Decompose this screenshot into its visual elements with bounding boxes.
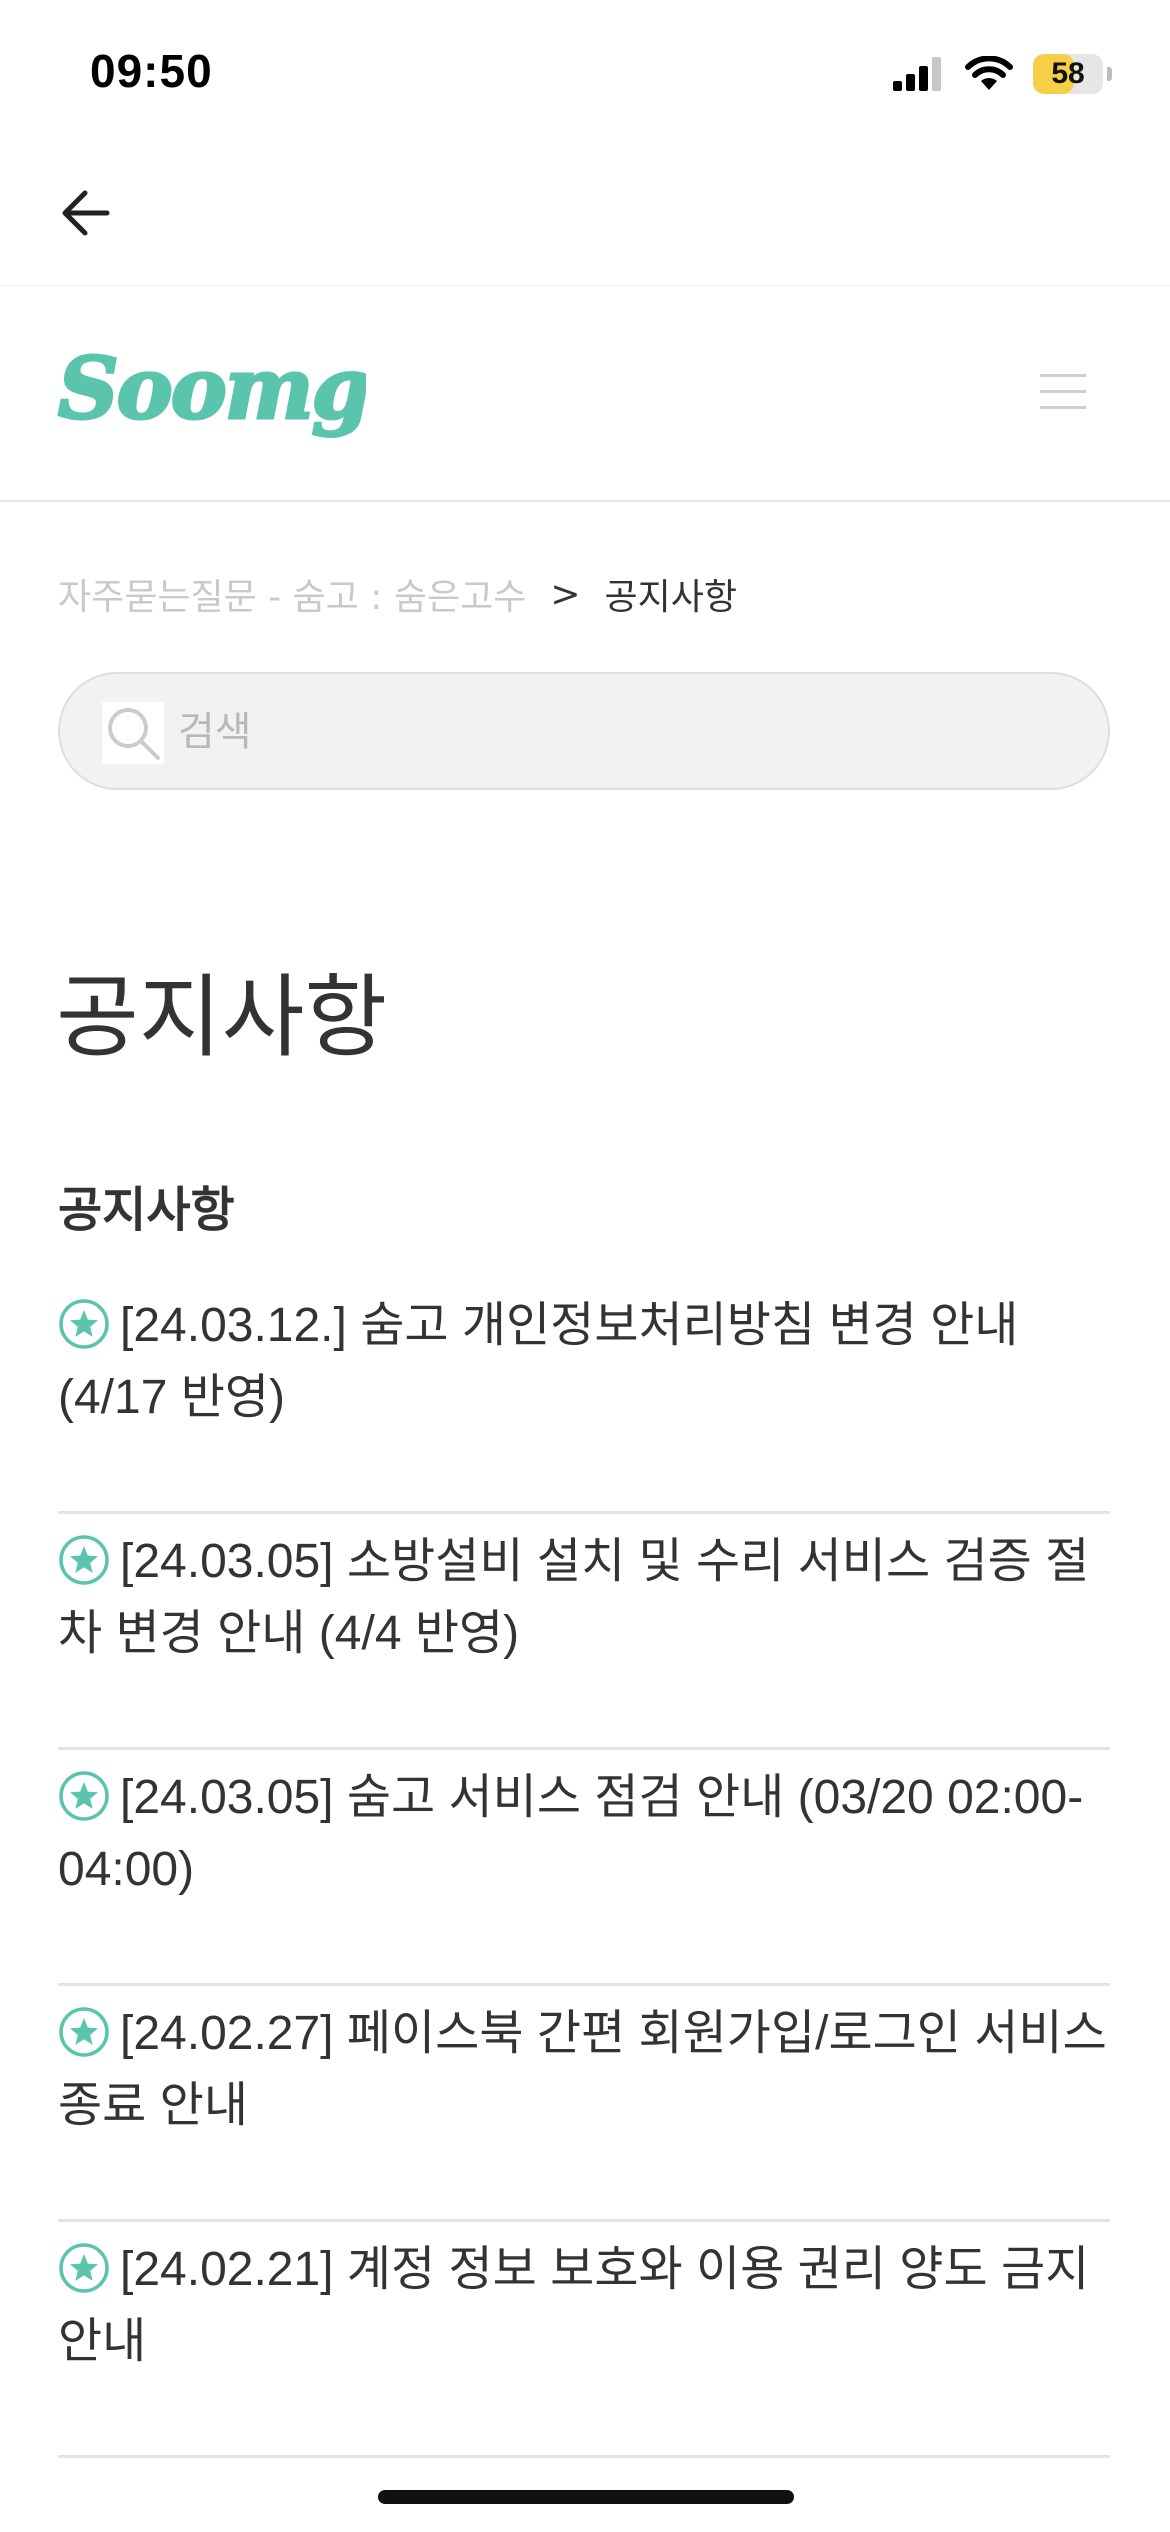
star-icon [59, 1535, 109, 1585]
cellular-signal-icon [893, 57, 941, 91]
article-item[interactable]: [24.03.12.] 숨고 개인정보처리방침 변경 안내(4/17 반영) [58, 1278, 1110, 1514]
soomgo-logo[interactable]: Soomgo [56, 326, 426, 446]
star-icon [59, 1771, 109, 1821]
battery-icon: 58 [1033, 54, 1103, 94]
article-title: [24.03.12.] 숨고 개인정보처리방침 변경 안내(4/17 반영) [58, 1299, 1019, 1424]
star-icon [59, 1299, 109, 1349]
breadcrumb-parent-link[interactable]: 자주묻는질문 - 숨고 : 숨은고수 [58, 568, 526, 620]
article-link[interactable]: [24.03.05] 소방설비 설치 및 수리 서비스 검증 절차 변경 안내 … [58, 1526, 1110, 1670]
wifi-icon [965, 56, 1013, 90]
arrow-left-icon [62, 190, 110, 236]
site-header: Soomgo [0, 286, 1170, 502]
battery-nub [1107, 67, 1112, 81]
status-bar: 09:50 58 [0, 0, 1170, 150]
article-link[interactable]: [24.03.12.] 숨고 개인정보처리방침 변경 안내(4/17 반영) [58, 1290, 1110, 1434]
article-item[interactable]: [24.02.21] 계정 정보 보호와 이용 권리 양도 금지 안내 [58, 2222, 1110, 2458]
article-title: [24.03.05] 숨고 서비스 점검 안내 (03/20 02:00-04:… [58, 1771, 1084, 1896]
back-button[interactable] [50, 178, 120, 248]
status-icons: 58 [893, 52, 1112, 96]
article-list: [24.03.12.] 숨고 개인정보처리방침 변경 안내(4/17 반영) [… [58, 1278, 1110, 2458]
search-box[interactable] [58, 672, 1110, 790]
article-item[interactable]: [24.03.05] 소방설비 설치 및 수리 서비스 검증 절차 변경 안내 … [58, 1514, 1110, 1750]
page-title: 공지사항 [56, 965, 388, 1070]
breadcrumb-separator: > [550, 573, 581, 615]
article-link[interactable]: [24.02.21] 계정 정보 보호와 이용 권리 양도 금지 안내 [58, 2234, 1110, 2378]
search-input[interactable] [178, 694, 1058, 770]
article-link[interactable]: [24.02.27] 페이스북 간편 회원가입/로그인 서비스 종료 안내 [58, 1998, 1110, 2142]
article-item[interactable]: [24.02.27] 페이스북 간편 회원가입/로그인 서비스 종료 안내 [58, 1986, 1110, 2222]
article-title: [24.02.21] 계정 정보 보호와 이용 권리 양도 금지 안내 [58, 2243, 1090, 2368]
battery-level: 58 [1051, 57, 1085, 90]
hamburger-menu-icon[interactable] [1040, 374, 1086, 410]
article-link[interactable]: [24.03.05] 숨고 서비스 점검 안내 (03/20 02:00-04:… [58, 1762, 1110, 1906]
article-item[interactable]: [24.03.05] 숨고 서비스 점검 안내 (03/20 02:00-04:… [58, 1750, 1110, 1986]
breadcrumb-current: 공지사항 [604, 577, 737, 618]
top-nav [0, 150, 1170, 286]
search-icon [102, 702, 164, 764]
home-indicator[interactable] [378, 2490, 794, 2504]
logo-wordmark: Soomgo [58, 339, 366, 438]
article-title: [24.02.27] 페이스북 간편 회원가입/로그인 서비스 종료 안내 [58, 2007, 1107, 2132]
star-icon [59, 2243, 109, 2293]
section-title[interactable]: 공지사항 [58, 1170, 235, 1240]
star-icon [59, 2007, 109, 2057]
article-title: [24.03.05] 소방설비 설치 및 수리 서비스 검증 절차 변경 안내 … [58, 1535, 1090, 1660]
status-time: 09:50 [90, 45, 213, 97]
breadcrumb: 자주묻는질문 - 숨고 : 숨은고수 > 공지사항 [58, 568, 737, 620]
